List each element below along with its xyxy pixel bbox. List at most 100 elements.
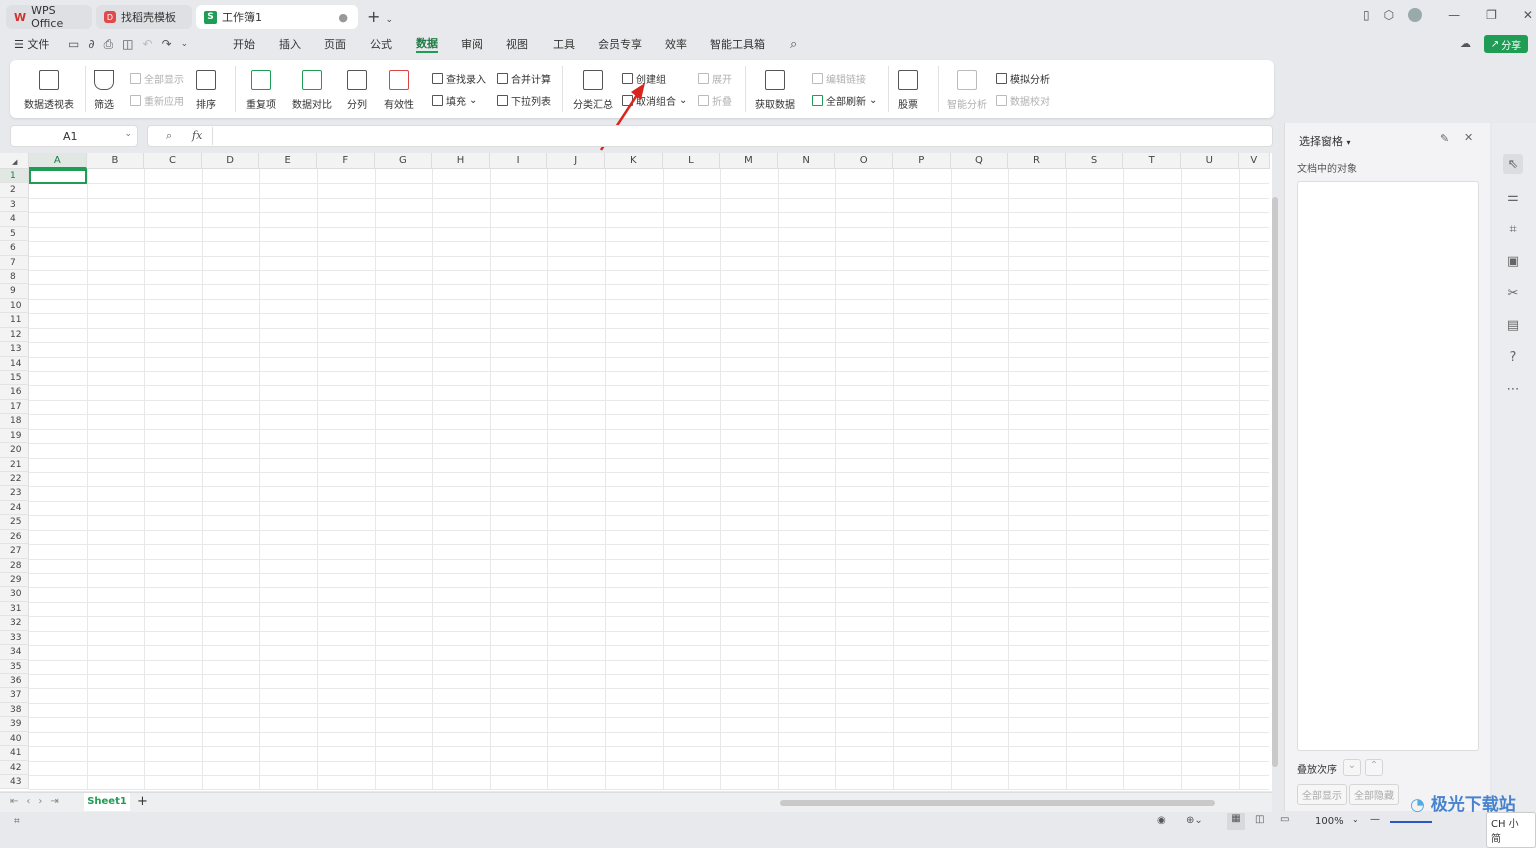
crop-icon[interactable]: ⌗ xyxy=(1503,219,1523,239)
collapse-button[interactable]: 折叠 xyxy=(698,93,732,108)
cube-icon[interactable]: ⬡ xyxy=(1384,8,1394,22)
row-header[interactable]: 7 xyxy=(0,255,29,270)
link-icon[interactable]: ∂ xyxy=(88,37,94,51)
refresh-all-button[interactable]: 全部刷新 ⌄ xyxy=(812,93,877,108)
row-header[interactable]: 35 xyxy=(0,659,29,675)
row-header[interactable]: 21 xyxy=(0,457,29,473)
layout-icon[interactable]: ▯ xyxy=(1363,8,1370,22)
column-header[interactable]: Q xyxy=(950,153,1009,169)
column-header[interactable]: N xyxy=(777,153,836,169)
column-header[interactable]: H xyxy=(432,153,490,169)
row-header[interactable]: 26 xyxy=(0,529,29,545)
filter-button[interactable]: 筛选 xyxy=(94,68,114,111)
column-header[interactable]: P xyxy=(893,153,951,169)
move-down-button[interactable]: ⌄ xyxy=(1343,759,1361,776)
adjust-icon[interactable]: ⚌ xyxy=(1503,187,1523,207)
menu-tab-0[interactable]: 开始 xyxy=(233,36,255,52)
tab-wps-office[interactable]: W WPS Office xyxy=(6,4,92,30)
zoom-level[interactable]: 100% xyxy=(1315,816,1344,827)
layout-options-icon[interactable]: ⊕⌄ xyxy=(1186,815,1203,826)
column-header[interactable]: R xyxy=(1008,153,1066,169)
row-header[interactable]: 43 xyxy=(0,775,29,790)
row-header[interactable]: 20 xyxy=(0,443,29,458)
formula-input[interactable]: ⌕ fx xyxy=(147,125,1273,147)
add-sheet-button[interactable]: + xyxy=(137,794,148,809)
row-header[interactable]: 25 xyxy=(0,515,29,530)
ime-indicator[interactable]: CH 小 简 xyxy=(1486,812,1536,848)
menu-tab-9[interactable]: 效率 xyxy=(665,36,687,52)
search-icon[interactable]: ⌕ xyxy=(790,33,797,55)
page-break-view-icon[interactable]: ◫ xyxy=(1255,814,1264,825)
zoom-dropdown-icon[interactable]: ⌄ xyxy=(1352,815,1359,824)
hide-all-button[interactable]: 全部隐藏 xyxy=(1349,784,1399,805)
what-if-button[interactable]: 模拟分析 xyxy=(996,71,1050,86)
more-icon[interactable]: ⋯ xyxy=(1503,379,1523,399)
column-header[interactable]: T xyxy=(1123,153,1181,169)
column-header[interactable]: K xyxy=(605,153,663,169)
split-column-button[interactable]: 分列 xyxy=(347,68,367,111)
close-button[interactable]: ✕ xyxy=(1523,8,1533,22)
restore-button[interactable]: ❐ xyxy=(1486,8,1497,22)
fx-icon[interactable]: fx xyxy=(192,129,202,142)
row-header[interactable]: 38 xyxy=(0,702,29,718)
help-icon[interactable]: ? xyxy=(1503,347,1523,367)
row-header[interactable]: 37 xyxy=(0,688,29,703)
column-header[interactable]: I xyxy=(489,153,548,169)
page-layout-view-icon[interactable]: ▭ xyxy=(1280,814,1289,825)
more-chevron-icon[interactable]: ⌄ xyxy=(181,39,189,49)
row-header[interactable]: 16 xyxy=(0,385,29,400)
file-menu[interactable]: ☰ 文件 xyxy=(14,33,49,55)
new-tab-button[interactable]: + ⌄ xyxy=(367,7,393,26)
tools-icon[interactable]: ✂ xyxy=(1503,283,1523,303)
row-header[interactable]: 10 xyxy=(0,298,29,314)
move-up-button[interactable]: ⌃ xyxy=(1365,759,1383,776)
row-header[interactable]: 13 xyxy=(0,342,29,357)
row-header[interactable]: 28 xyxy=(0,558,29,574)
normal-view-icon[interactable]: ▦ xyxy=(1227,813,1245,830)
row-header[interactable]: 1 xyxy=(0,169,29,184)
close-pane-icon[interactable]: ✕ xyxy=(1464,131,1473,144)
column-header[interactable]: S xyxy=(1065,153,1124,169)
row-header[interactable]: 29 xyxy=(0,573,29,588)
zoom-out-button[interactable]: — xyxy=(1370,814,1380,825)
tab-docer[interactable]: D 找稻壳模板 xyxy=(96,5,192,29)
selected-cell-a1[interactable] xyxy=(29,169,87,185)
menu-tab-10[interactable]: 智能工具箱 xyxy=(710,36,765,52)
column-header[interactable]: O xyxy=(835,153,893,169)
menu-tab-8[interactable]: 会员专享 xyxy=(598,36,642,52)
row-header[interactable]: 4 xyxy=(0,212,29,227)
row-header[interactable]: 34 xyxy=(0,645,29,660)
column-header[interactable]: E xyxy=(259,153,317,169)
smart-analysis-button[interactable]: 智能分析 xyxy=(947,68,987,111)
select-cursor-icon[interactable]: ⇖ xyxy=(1503,154,1523,174)
row-header[interactable]: 32 xyxy=(0,616,29,631)
undo-icon[interactable]: ↶ xyxy=(143,37,153,51)
menu-tab-3[interactable]: 公式 xyxy=(370,36,392,52)
menu-tab-4[interactable]: 数据 xyxy=(416,35,438,53)
column-header[interactable]: G xyxy=(374,153,433,169)
sheet-tab-sheet1[interactable]: Sheet1 xyxy=(84,793,130,811)
row-header[interactable]: 2 xyxy=(0,183,29,198)
column-header[interactable]: A xyxy=(29,153,87,169)
macro-icon[interactable]: ⌗ xyxy=(14,816,20,827)
row-header[interactable]: 33 xyxy=(0,630,29,646)
row-header[interactable]: 19 xyxy=(0,428,29,444)
save-icon[interactable]: ▭ xyxy=(68,37,79,51)
menu-tab-7[interactable]: 工具 xyxy=(553,36,575,52)
cloud-icon[interactable]: ☁ xyxy=(1460,37,1471,50)
row-header[interactable]: 42 xyxy=(0,760,29,776)
consolidate-button[interactable]: 合并计算 xyxy=(497,71,551,86)
row-header[interactable]: 8 xyxy=(0,270,29,285)
column-header[interactable]: J xyxy=(547,153,605,169)
show-all-button[interactable]: 全部显示 xyxy=(1297,784,1347,805)
horizontal-scrollbar[interactable] xyxy=(780,800,1215,806)
row-header[interactable]: 5 xyxy=(0,226,29,242)
row-header[interactable]: 11 xyxy=(0,313,29,328)
row-header[interactable]: 18 xyxy=(0,414,29,429)
name-box[interactable]: A1 ⌄ xyxy=(10,125,138,147)
select-all-corner[interactable]: ◢ xyxy=(0,153,29,169)
pane-title[interactable]: 选择窗格 ▾ xyxy=(1299,133,1351,149)
row-header[interactable]: 31 xyxy=(0,601,29,617)
row-header[interactable]: 30 xyxy=(0,587,29,602)
validity-button[interactable]: 有效性 xyxy=(384,68,414,111)
